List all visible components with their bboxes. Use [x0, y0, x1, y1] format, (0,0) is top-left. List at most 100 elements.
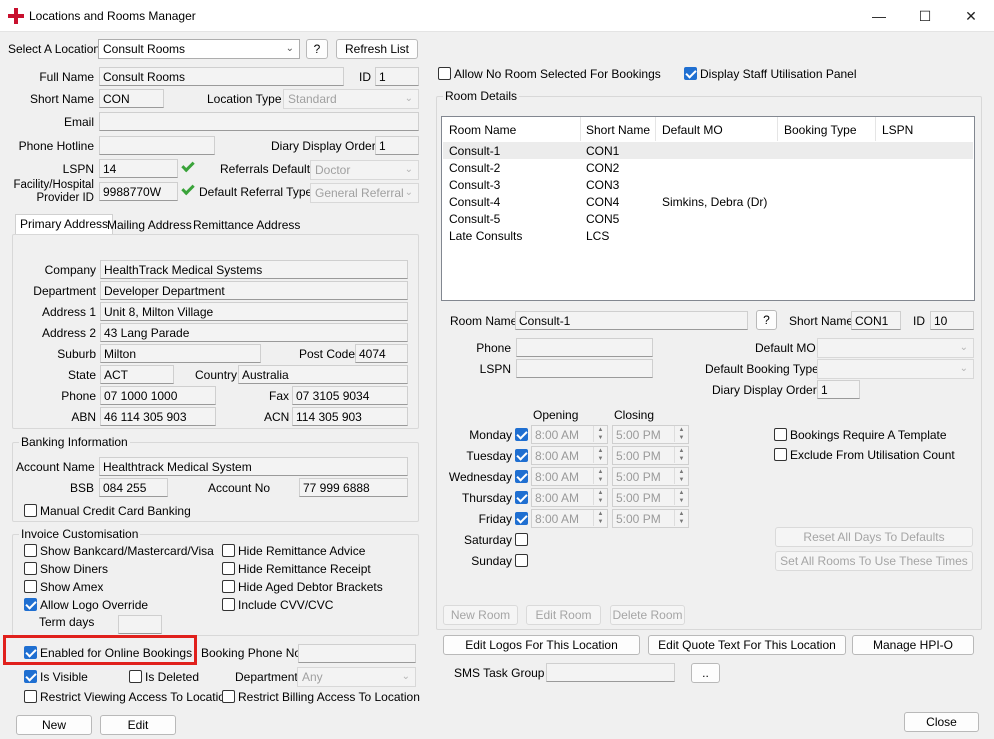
id-field[interactable]: 1: [375, 67, 419, 86]
sms-task-group-field[interactable]: [546, 663, 675, 682]
show-amex-checkbox[interactable]: [24, 580, 37, 593]
wednesday-open-time[interactable]: 8:00 AM ▲ ▼: [531, 467, 608, 486]
department-field[interactable]: Developer Department: [100, 281, 408, 300]
col-booking-type[interactable]: Booking Type: [784, 123, 857, 137]
tab-remittance-address[interactable]: Remittance Address: [189, 216, 304, 236]
restrict-billing-checkbox[interactable]: [222, 690, 235, 703]
monday-open-time[interactable]: 8:00 AM ▲ ▼: [531, 425, 608, 444]
edit-logos-button[interactable]: Edit Logos For This Location: [443, 635, 640, 655]
col-room-name[interactable]: Room Name: [449, 123, 516, 137]
monday-checkbox[interactable]: [515, 428, 528, 441]
display-staff-checkbox[interactable]: [684, 67, 697, 80]
edit-room-button[interactable]: Edit Room: [526, 605, 601, 625]
friday-close-time[interactable]: 5:00 PM ▲ ▼: [612, 509, 689, 528]
table-row[interactable]: Consult-4 CON4 Simkins, Debra (Dr): [443, 193, 973, 210]
term-days-field[interactable]: [118, 615, 162, 634]
account-name-field[interactable]: Healthtrack Medical System: [99, 457, 408, 476]
is-deleted-checkbox[interactable]: [129, 670, 142, 683]
short-name-field[interactable]: CON: [99, 89, 164, 108]
booking-phone-field[interactable]: [298, 644, 416, 663]
acn-field[interactable]: 114 305 903: [292, 407, 408, 426]
tuesday-checkbox[interactable]: [515, 449, 528, 462]
state-field[interactable]: ACT: [100, 365, 174, 384]
table-row[interactable]: Consult-3 CON3: [443, 176, 973, 193]
table-row[interactable]: Consult-2 CON2: [443, 159, 973, 176]
show-diners-checkbox[interactable]: [24, 562, 37, 575]
tuesday-close-time[interactable]: 5:00 PM ▲ ▼: [612, 446, 689, 465]
allow-no-room-checkbox[interactable]: [438, 67, 451, 80]
address2-field[interactable]: 43 Lang Parade: [100, 323, 408, 342]
refresh-list-button[interactable]: Refresh List: [336, 39, 418, 59]
col-default-mo[interactable]: Default MO: [662, 123, 723, 137]
edit-location-button[interactable]: Edit: [100, 715, 176, 735]
show-bankcard-checkbox[interactable]: [24, 544, 37, 557]
sms-task-group-browse-button[interactable]: ..: [691, 663, 720, 683]
wednesday-checkbox[interactable]: [515, 470, 528, 483]
close-window-button[interactable]: ✕: [948, 0, 994, 32]
table-row[interactable]: Consult-1 CON1: [443, 142, 973, 159]
saturday-checkbox[interactable]: [515, 533, 528, 546]
new-room-button[interactable]: New Room: [443, 605, 518, 625]
table-row[interactable]: Consult-5 CON5: [443, 210, 973, 227]
delete-room-button[interactable]: Delete Room: [610, 605, 685, 625]
sunday-checkbox[interactable]: [515, 554, 528, 567]
is-visible-checkbox[interactable]: [24, 670, 37, 683]
full-name-field[interactable]: Consult Rooms: [99, 67, 344, 86]
room-diary-order-field[interactable]: 1: [817, 380, 860, 399]
new-location-button[interactable]: New: [16, 715, 92, 735]
postcode-field[interactable]: 4074: [355, 344, 408, 363]
email-field[interactable]: [99, 112, 419, 131]
include-cvv-checkbox[interactable]: [222, 598, 235, 611]
lspn-field[interactable]: 14: [99, 159, 178, 178]
col-short-name[interactable]: Short Name: [586, 123, 650, 137]
table-row[interactable]: Late Consults LCS: [443, 227, 973, 244]
manual-cc-checkbox[interactable]: [24, 504, 37, 517]
thursday-checkbox[interactable]: [515, 491, 528, 504]
abn-field[interactable]: 46 114 305 903: [100, 407, 216, 426]
friday-open-time[interactable]: 8:00 AM ▲ ▼: [531, 509, 608, 528]
hide-remit-receipt-checkbox[interactable]: [222, 562, 235, 575]
account-no-field[interactable]: 77 999 6888: [299, 478, 408, 497]
friday-checkbox[interactable]: [515, 512, 528, 525]
allow-logo-checkbox[interactable]: [24, 598, 37, 611]
online-bookings-checkbox[interactable]: [24, 646, 37, 659]
tab-mailing-address[interactable]: Mailing Address: [103, 216, 196, 236]
exclude-util-checkbox[interactable]: [774, 448, 787, 461]
minimize-button[interactable]: —: [856, 0, 902, 32]
phone-hotline-field[interactable]: [99, 136, 215, 155]
tab-primary-address[interactable]: Primary Address: [15, 214, 114, 234]
maximize-button[interactable]: ☐: [902, 0, 948, 32]
manage-hpio-button[interactable]: Manage HPI-O: [852, 635, 974, 655]
thursday-close-time[interactable]: 5:00 PM ▲ ▼: [612, 488, 689, 507]
close-button[interactable]: Close: [904, 712, 979, 732]
room-phone-field[interactable]: [516, 338, 653, 357]
diary-order-field[interactable]: 1: [375, 136, 419, 155]
bsb-field[interactable]: 084 255: [99, 478, 168, 497]
col-lspn[interactable]: LSPN: [882, 123, 913, 137]
provider-id-field[interactable]: 9988770W: [99, 182, 178, 201]
address-phone-field[interactable]: 07 1000 1000: [100, 386, 216, 405]
company-field[interactable]: HealthTrack Medical Systems: [100, 260, 408, 279]
room-lspn-field[interactable]: [516, 359, 653, 378]
address1-field[interactable]: Unit 8, Milton Village: [100, 302, 408, 321]
room-name-field[interactable]: Consult-1: [515, 311, 748, 330]
hide-remit-advice-checkbox[interactable]: [222, 544, 235, 557]
tuesday-open-time[interactable]: 8:00 AM ▲ ▼: [531, 446, 608, 465]
suburb-field[interactable]: Milton: [100, 344, 261, 363]
room-short-name-field[interactable]: CON1: [851, 311, 901, 330]
edit-quote-button[interactable]: Edit Quote Text For This Location: [648, 635, 846, 655]
requires-template-checkbox[interactable]: [774, 428, 787, 441]
hide-aged-checkbox[interactable]: [222, 580, 235, 593]
wednesday-close-time[interactable]: 5:00 PM ▲ ▼: [612, 467, 689, 486]
reset-days-button[interactable]: Reset All Days To Defaults: [775, 527, 973, 547]
restrict-viewing-checkbox[interactable]: [24, 690, 37, 703]
monday-close-time[interactable]: 5:00 PM ▲ ▼: [612, 425, 689, 444]
room-id-field[interactable]: 10: [930, 311, 974, 330]
set-all-rooms-button[interactable]: Set All Rooms To Use These Times: [775, 551, 973, 571]
room-help-button[interactable]: ?: [756, 310, 777, 330]
country-field[interactable]: Australia: [238, 365, 408, 384]
location-help-button[interactable]: ?: [306, 39, 328, 59]
location-select[interactable]: Consult Rooms ⌄: [98, 39, 300, 59]
fax-field[interactable]: 07 3105 9034: [292, 386, 408, 405]
thursday-open-time[interactable]: 8:00 AM ▲ ▼: [531, 488, 608, 507]
